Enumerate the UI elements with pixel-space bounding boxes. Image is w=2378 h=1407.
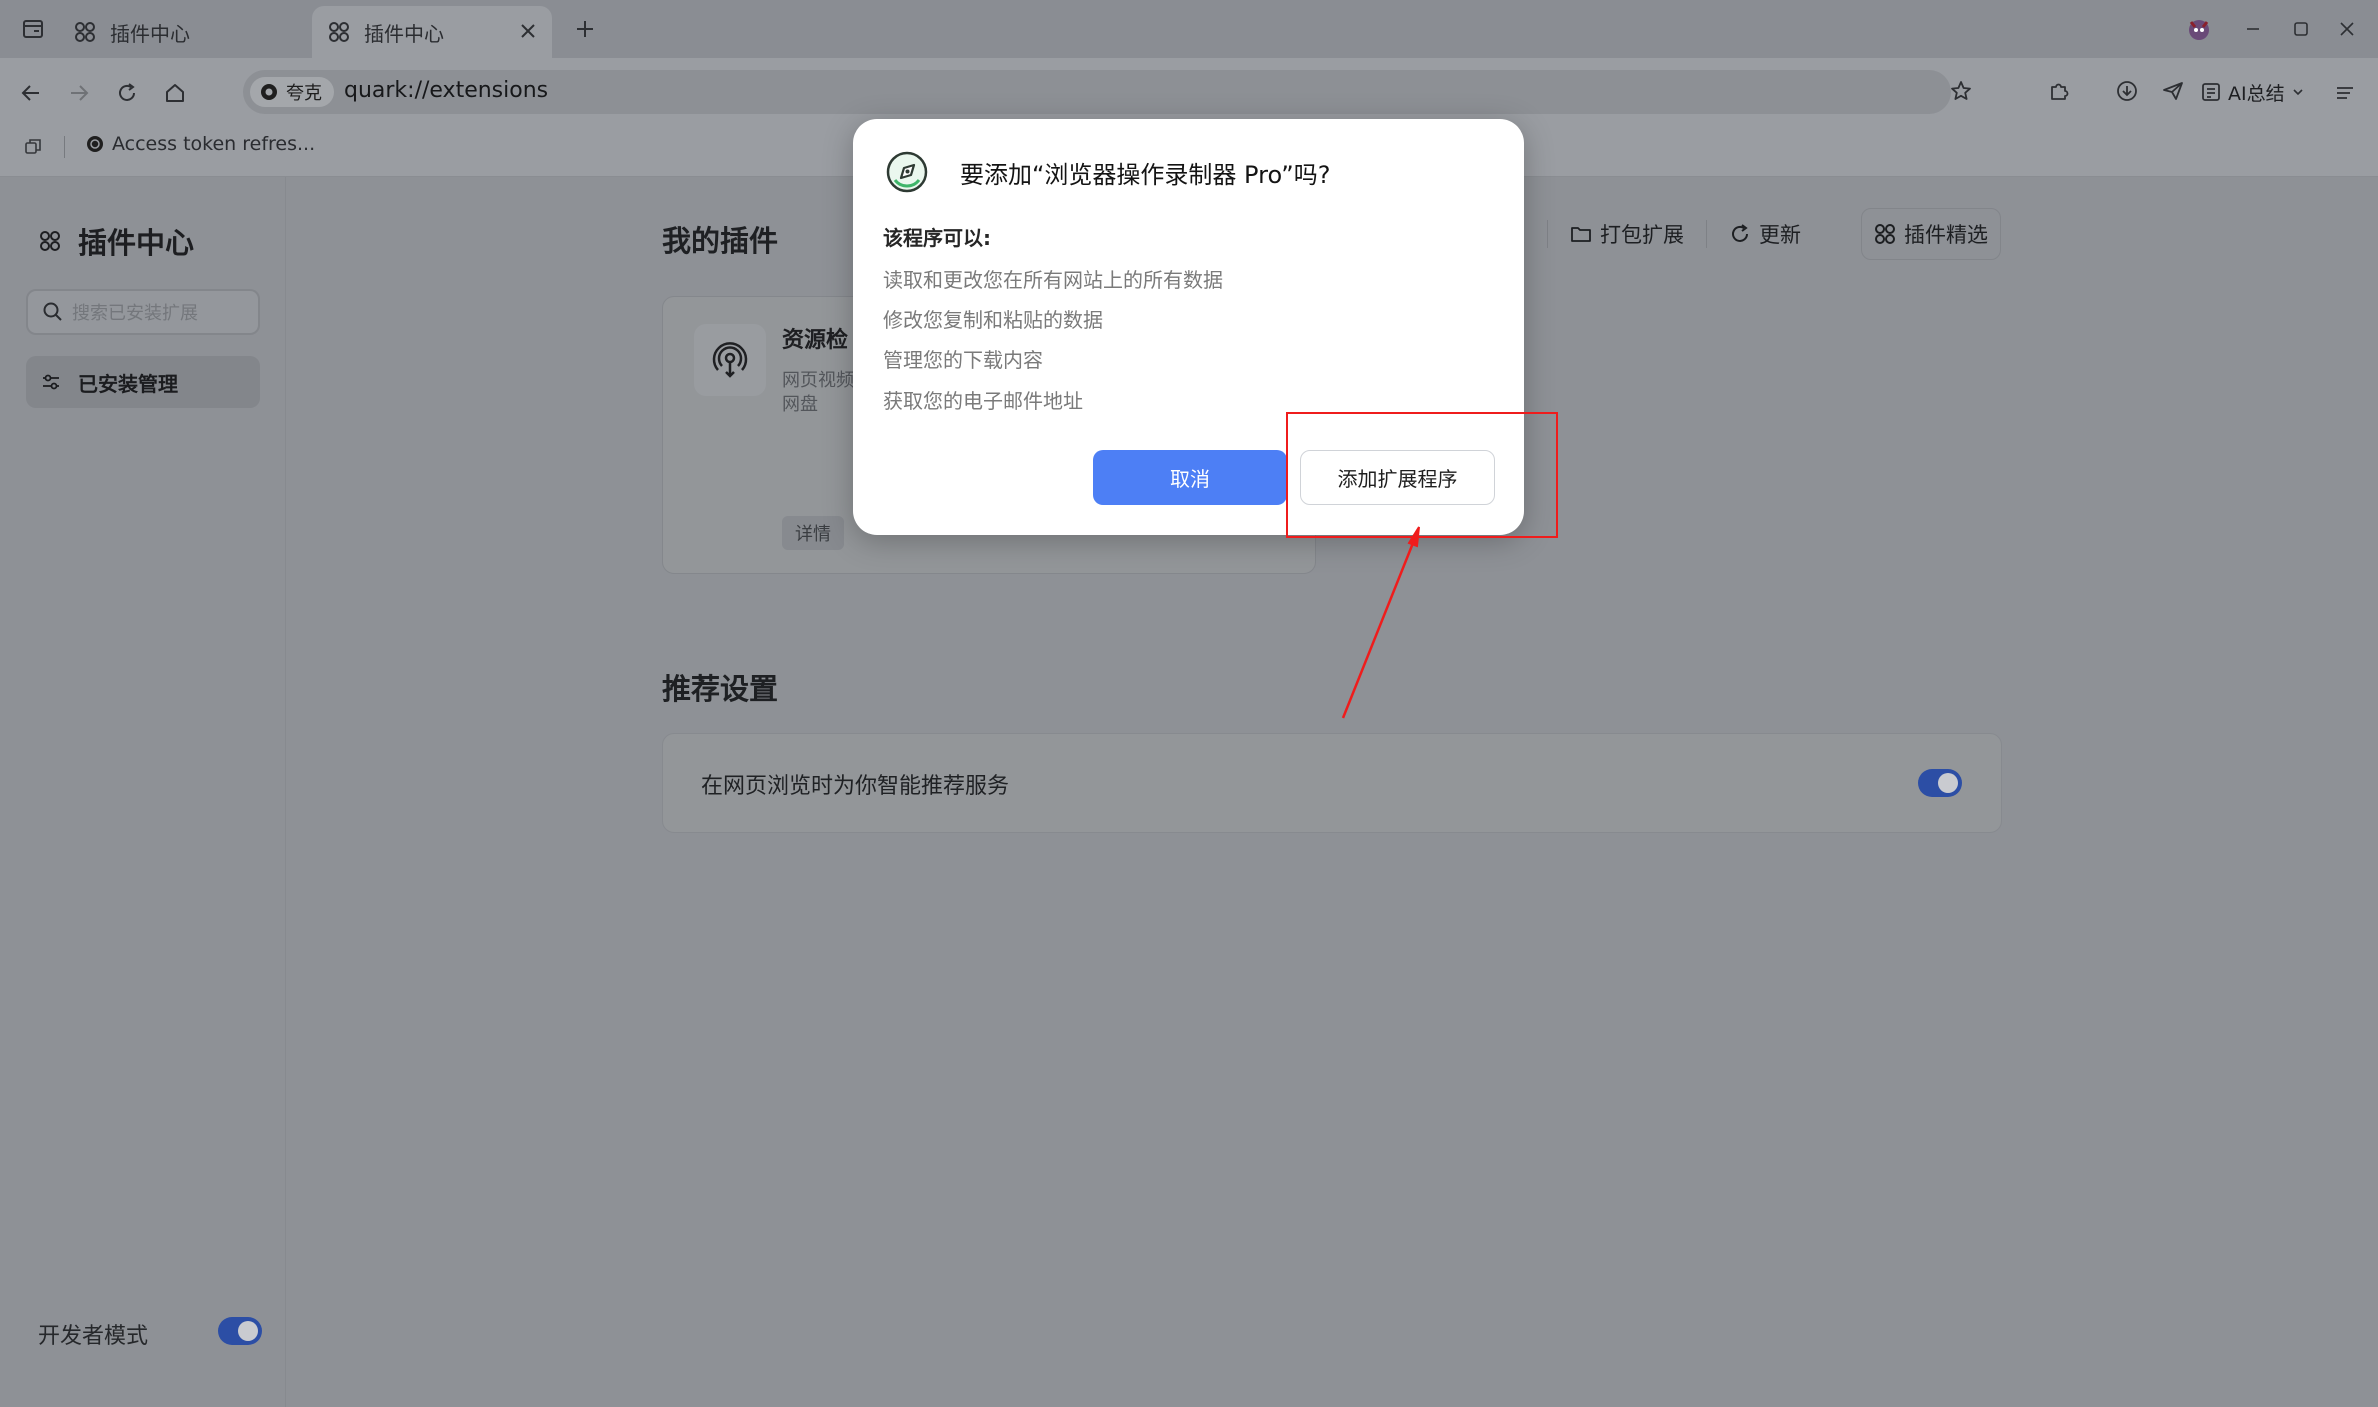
permission-item: 修改您复制和粘贴的数据: [883, 308, 1103, 332]
ai-summary-icon: [2200, 81, 2222, 103]
bookmark-label: Access token refres...: [112, 133, 316, 155]
user-avatar-icon[interactable]: [2184, 14, 2214, 44]
search-input[interactable]: 搜索已安装扩展: [26, 289, 260, 335]
sidebar-item-installed[interactable]: 已安装管理: [26, 356, 260, 408]
plugin-name: 资源检: [782, 328, 849, 353]
folder-icon: [1570, 223, 1592, 245]
new-tab-icon[interactable]: [572, 16, 598, 42]
tab-list-icon[interactable]: [20, 16, 46, 42]
reload-icon[interactable]: [112, 78, 142, 108]
search-placeholder: 搜索已安装扩展: [72, 303, 198, 324]
grid-icon: [328, 21, 350, 43]
download-icon[interactable]: [2112, 76, 2142, 106]
recommend-setting-label: 在网页浏览时为你智能推荐服务: [701, 774, 1010, 799]
grid-icon: [1874, 223, 1896, 245]
refresh-icon: [1729, 223, 1751, 245]
bookmarks-divider: [64, 136, 65, 158]
permission-item: 读取和更改您在所有网站上的所有数据: [883, 268, 1223, 292]
ai-summary-button[interactable]: AI总结: [2200, 78, 2305, 106]
update-button[interactable]: 更新: [1707, 208, 1823, 260]
pack-extension-button[interactable]: 打包扩展: [1548, 208, 1706, 260]
bookmark-item[interactable]: Access token refres...: [86, 133, 315, 155]
site-chip[interactable]: 夸克: [250, 77, 334, 107]
featured-plugins-button[interactable]: 插件精选: [1861, 208, 2001, 260]
bookmark-star-icon[interactable]: [1946, 76, 1976, 106]
featured-plugins-label: 插件精选: [1904, 223, 1988, 247]
recommend-toggle[interactable]: [1918, 769, 1962, 797]
tab-extensions-1[interactable]: 插件中心: [58, 6, 306, 58]
close-tab-icon[interactable]: [518, 21, 538, 41]
cancel-button[interactable]: 取消: [1093, 450, 1287, 505]
close-window-icon[interactable]: [2334, 16, 2360, 42]
plugin-actions: 展 打包扩展 更新: [1504, 208, 1823, 260]
grid-icon: [38, 229, 62, 253]
plugin-detail-button[interactable]: 详情: [782, 516, 844, 550]
chevron-down-icon: [2291, 85, 2305, 99]
tab-label: 插件中心: [110, 21, 190, 46]
grid-icon: [74, 21, 96, 43]
dialog-subtitle: 该程序可以:: [883, 226, 991, 250]
dialog-title: 要添加“浏览器操作录制器 Pro”吗?: [960, 161, 1331, 189]
tab-label: 插件中心: [364, 21, 444, 46]
url-text[interactable]: quark://extensions: [344, 78, 548, 103]
sliders-icon: [40, 371, 62, 393]
quark-logo-icon: [260, 83, 278, 101]
menu-icon[interactable]: [2330, 78, 2360, 108]
home-icon[interactable]: [160, 78, 190, 108]
forward-icon[interactable]: [64, 78, 94, 108]
search-icon: [42, 301, 64, 323]
extension-logo-icon: [885, 150, 929, 194]
my-plugins-title: 我的插件: [662, 224, 779, 258]
permission-item: 获取您的电子邮件地址: [883, 389, 1083, 413]
send-icon[interactable]: [2158, 76, 2188, 106]
permission-item: 管理您的下载内容: [883, 348, 1043, 372]
plugin-description: 网盘: [782, 394, 818, 415]
extensions-puzzle-icon[interactable]: [2044, 76, 2074, 106]
minimize-icon[interactable]: [2240, 16, 2266, 42]
back-icon[interactable]: [16, 78, 46, 108]
developer-mode-label: 开发者模式: [38, 1324, 149, 1349]
pack-extension-label: 打包扩展: [1600, 223, 1684, 247]
bookmark-favicon-icon: [86, 135, 104, 153]
plugin-icon: [694, 324, 766, 396]
maximize-icon[interactable]: [2288, 16, 2314, 42]
recommend-settings-title: 推荐设置: [662, 672, 779, 706]
plugin-description: 网页视频: [782, 370, 854, 391]
site-chip-label: 夸克: [286, 83, 322, 104]
sidebar-item-label: 已安装管理: [78, 371, 178, 396]
highlight-box: [1286, 412, 1558, 538]
ai-summary-label: AI总结: [2228, 82, 2285, 105]
developer-mode-toggle[interactable]: [218, 1317, 262, 1345]
update-label: 更新: [1759, 223, 1801, 247]
sidebar-title-text: 插件中心: [78, 226, 195, 260]
sidebar-title: 插件中心: [38, 220, 194, 262]
bookmarks-overview-icon[interactable]: [20, 134, 46, 160]
tab-extensions-2[interactable]: 插件中心: [312, 6, 552, 58]
